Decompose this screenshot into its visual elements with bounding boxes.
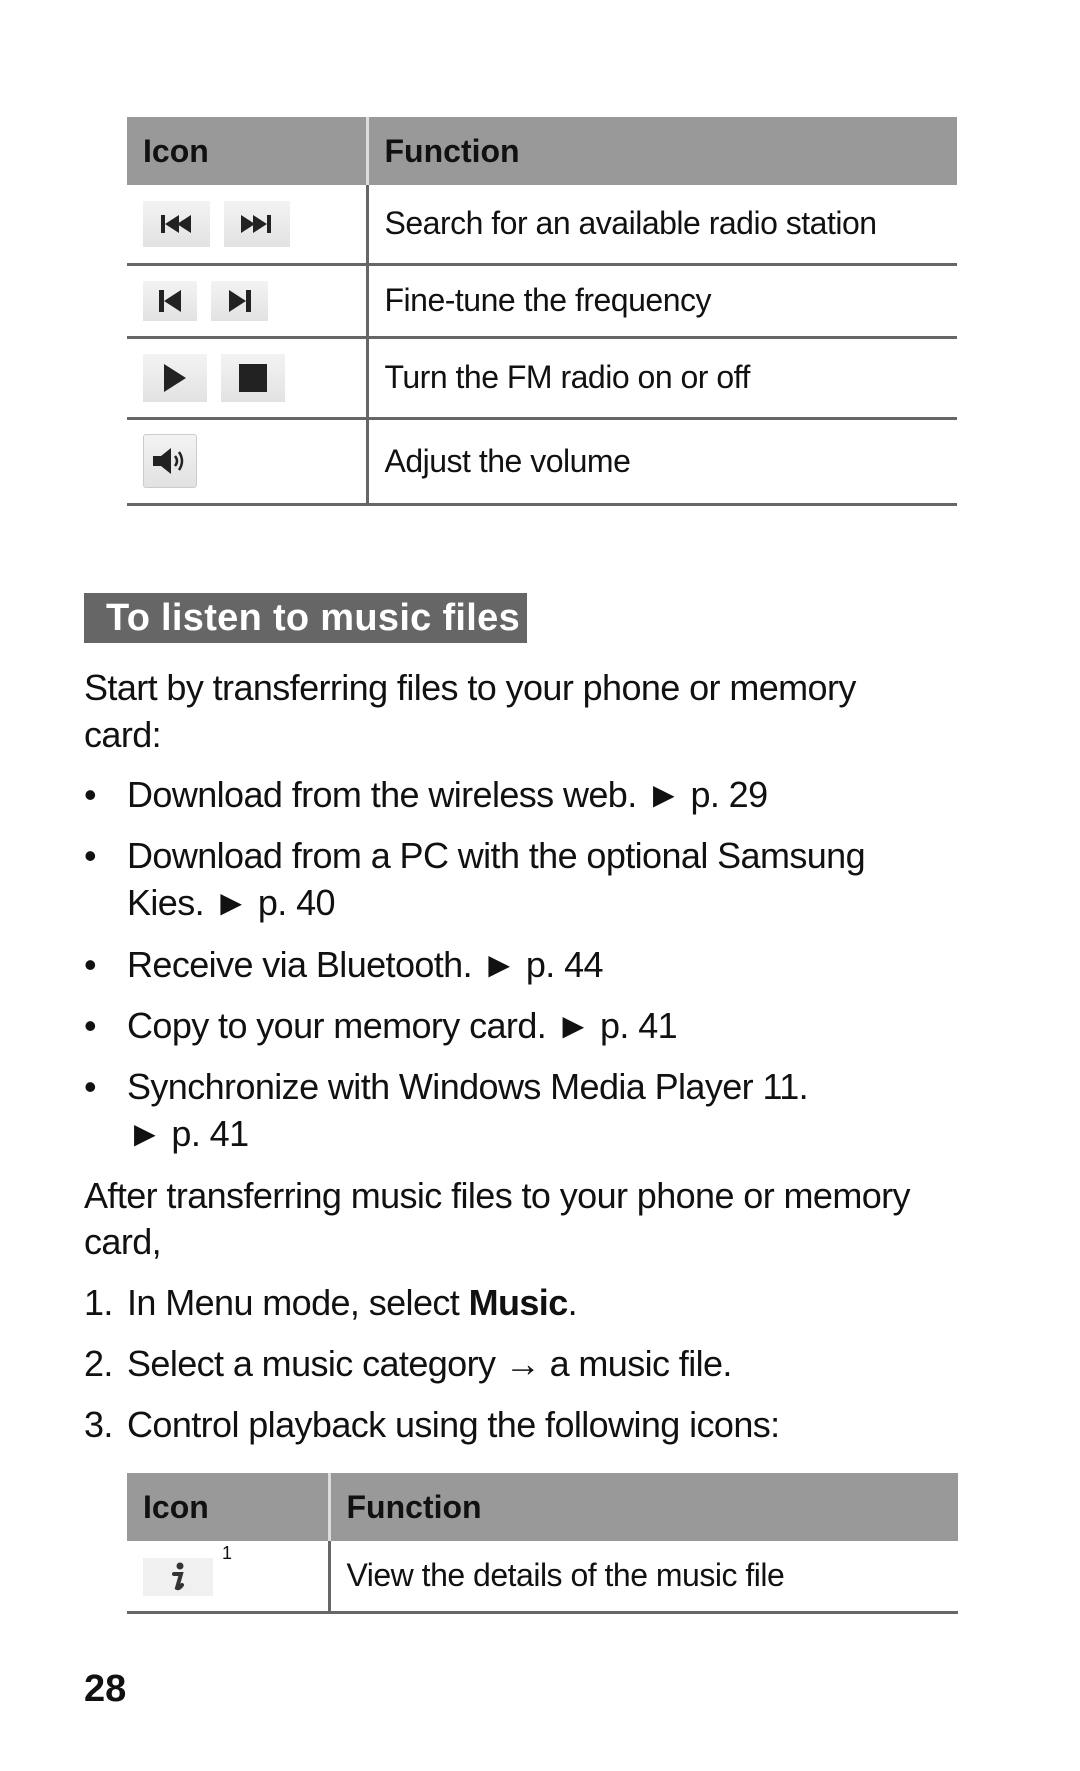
function-text: Turn the FM radio on or off	[367, 337, 957, 420]
function-text: View the details of the music file	[329, 1541, 958, 1614]
header-icon: Icon	[127, 117, 369, 185]
section-heading: To listen to music files	[84, 593, 527, 643]
after-line-1: After transferring music files to your p…	[84, 1175, 911, 1216]
step-1: 1. In Menu mode, select Music.	[84, 1282, 578, 1323]
table-row: Fine-tune the frequency	[127, 264, 957, 339]
step-2: 2. Select a music category → a music file…	[84, 1343, 732, 1384]
table-header-row: Icon Function	[127, 117, 957, 185]
bullet-icon: •	[84, 774, 97, 815]
bullet-icon: •	[84, 944, 97, 985]
table-row: Turn the FM radio on or off	[127, 337, 957, 420]
footnote-marker: 1	[222, 1543, 232, 1563]
stop-icon	[221, 353, 285, 402]
header-function: Function	[329, 1473, 958, 1541]
radio-icon-table: Icon Function Search for an available ra…	[127, 117, 957, 506]
table-row: Search for an available radio station	[127, 185, 957, 266]
header-function: Function	[367, 117, 957, 185]
intro-line-1: Start by transferring files to your phon…	[84, 667, 856, 708]
fast-forward-icon	[224, 200, 290, 247]
function-text: Adjust the volume	[367, 418, 957, 506]
table-row: 1 View the details of the music file	[127, 1541, 958, 1614]
table-header-row: Icon Function	[127, 1473, 958, 1541]
header-icon: Icon	[127, 1473, 331, 1541]
music-icon-table: Icon Function 1 View the details of the …	[127, 1473, 958, 1614]
bullet-icon: •	[84, 835, 97, 876]
table-row: Adjust the volume	[127, 418, 957, 506]
function-text: Fine-tune the frequency	[367, 264, 957, 339]
info-icon	[143, 1557, 213, 1596]
menu-item-music: Music	[468, 1282, 569, 1323]
function-text: Search for an available radio station	[367, 185, 957, 266]
after-line-2: card,	[84, 1221, 162, 1262]
play-icon	[143, 353, 207, 402]
bullet-icon: •	[84, 1005, 97, 1046]
intro-line-2: card:	[84, 714, 162, 755]
skip-forward-icon	[211, 280, 268, 321]
page-number: 28	[84, 1668, 127, 1710]
bullet-icon: •	[84, 1066, 97, 1107]
skip-back-icon	[143, 280, 197, 321]
step-3: 3. Control playback using the following i…	[84, 1404, 780, 1445]
volume-icon	[143, 434, 197, 488]
rewind-icon	[143, 200, 210, 247]
